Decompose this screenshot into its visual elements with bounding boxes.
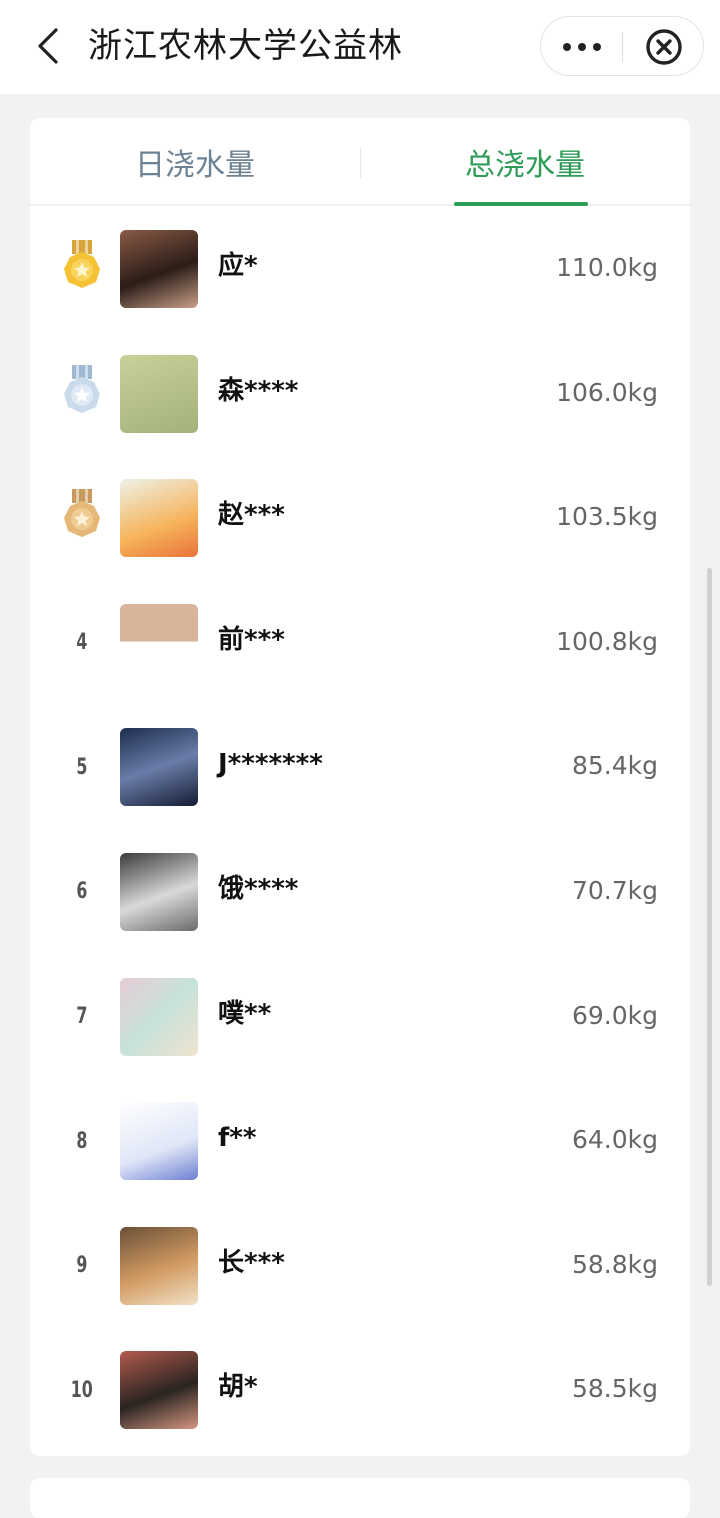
watering-amount: 64.0kg (571, 1125, 658, 1155)
watering-amount: 58.5kg (571, 1374, 658, 1404)
watering-amount: 85.4kg (571, 751, 658, 781)
rank-number-label: 10 (70, 1377, 94, 1403)
top-navbar: 浙江农林大学公益林 (0, 0, 720, 94)
user-name: 前*** (218, 624, 285, 655)
avatar[interactable] (120, 1102, 198, 1181)
watering-amount: 110.0kg (556, 253, 658, 282)
watering-amount: 70.7kg (571, 875, 658, 905)
rank-number-label: 5 (76, 754, 88, 780)
user-name: 赵*** (218, 500, 285, 531)
avatar[interactable] (120, 1226, 198, 1305)
bronze-medal-icon (58, 479, 106, 557)
close-circle-icon (646, 29, 682, 65)
tab-bar: 日浇水量 总浇水量 (30, 118, 690, 206)
rank-number: 7 (58, 978, 106, 1056)
ranking-row[interactable]: 8 f** 64.0kg (30, 1078, 690, 1203)
user-name: 森**** (218, 375, 299, 406)
ranking-row[interactable]: 6 饿**** 70.7kg (30, 829, 690, 954)
close-button[interactable] (623, 17, 705, 77)
rank-number-label: 7 (76, 1004, 88, 1030)
user-name: f** (218, 1123, 257, 1154)
ranking-row[interactable]: 7 噗** 69.0kg (30, 954, 690, 1079)
rank-number: 8 (58, 1102, 106, 1180)
user-name: 应* (218, 251, 258, 281)
rank-number: 6 (58, 853, 106, 931)
watering-amount: 106.0kg (556, 377, 658, 407)
ranking-list: 应* 110.0kg 森**** 106.0kg 赵*** 103.5kg 4 前*** 1… (30, 206, 690, 1452)
rank-number-label: 9 (76, 1253, 88, 1279)
gold-medal-icon (58, 230, 106, 308)
back-button[interactable] (28, 24, 68, 68)
user-name: 胡* (218, 1372, 258, 1403)
avatar[interactable] (120, 852, 198, 931)
ranking-row[interactable]: 5 J******* 85.4kg (30, 704, 690, 829)
ranking-row[interactable]: 10 胡* 58.5kg (30, 1327, 690, 1452)
watering-amount: 69.0kg (571, 1000, 658, 1030)
rank-number-label: 6 (76, 879, 88, 905)
avatar[interactable] (120, 977, 198, 1056)
ranking-row[interactable]: 4 前*** 100.8kg (30, 580, 690, 705)
avatar[interactable] (120, 354, 198, 433)
ranking-row[interactable]: 赵*** 103.5kg (30, 455, 690, 580)
ranking-card: 日浇水量 总浇水量 应* 110.0kg 森**** 106.0kg 赵*** 103… (30, 118, 690, 1456)
user-name: J******* (218, 749, 323, 780)
chevron-left-icon (38, 28, 58, 64)
rank-number: 5 (58, 728, 106, 806)
avatar[interactable] (120, 230, 198, 308)
more-dots-icon (563, 43, 601, 51)
rank-number-label: 4 (76, 630, 88, 656)
ranking-row[interactable]: 森**** 106.0kg (30, 331, 690, 456)
scrollbar[interactable] (707, 568, 712, 1286)
user-name: 长*** (218, 1247, 285, 1278)
mini-program-capsule (540, 16, 704, 76)
watering-amount: 100.8kg (556, 626, 658, 656)
tab-total-watering[interactable]: 总浇水量 (360, 118, 690, 206)
avatar[interactable] (120, 1351, 198, 1430)
rank-number: 9 (58, 1227, 106, 1305)
rank-number: 10 (58, 1351, 106, 1429)
ranking-row[interactable]: 9 长*** 58.8kg (30, 1203, 690, 1328)
rank-number: 4 (58, 604, 106, 682)
user-name: 饿**** (218, 873, 299, 904)
watering-amount: 58.8kg (571, 1249, 658, 1279)
watering-amount: 103.5kg (556, 502, 658, 532)
user-name: 噗** (218, 998, 272, 1029)
avatar[interactable] (120, 479, 198, 558)
avatar[interactable] (120, 603, 198, 682)
more-button[interactable] (541, 17, 623, 77)
ranking-row[interactable]: 应* 110.0kg (30, 206, 690, 331)
page-title: 浙江农林大学公益林 (88, 26, 403, 66)
avatar[interactable] (120, 728, 198, 807)
next-card-edge (30, 1478, 690, 1518)
silver-medal-icon (58, 355, 106, 433)
tab-daily-watering[interactable]: 日浇水量 (30, 118, 360, 206)
rank-number-label: 8 (76, 1128, 88, 1154)
